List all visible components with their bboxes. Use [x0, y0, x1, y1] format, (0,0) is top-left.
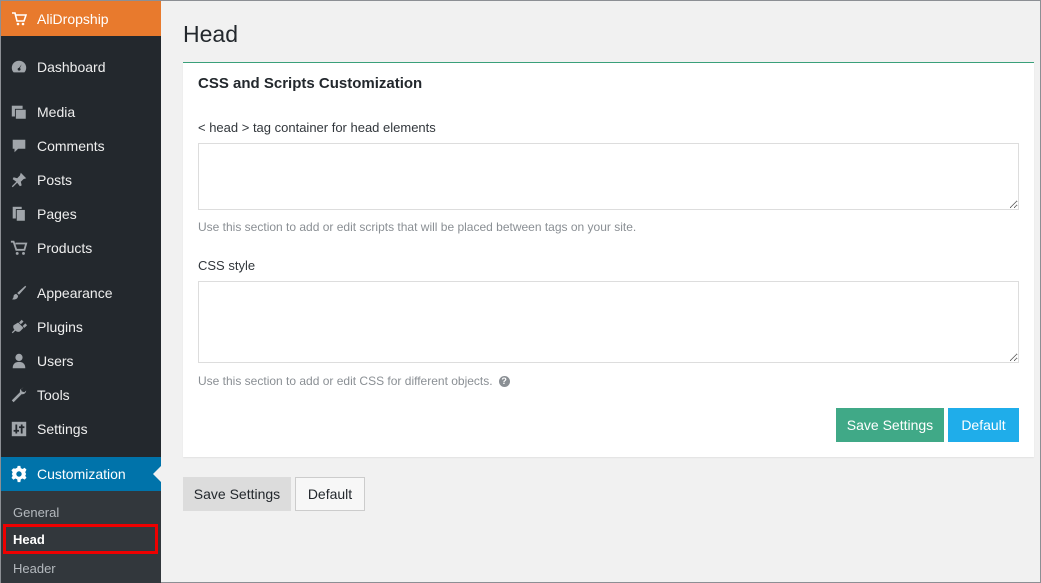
sidebar-item-label: Media	[37, 104, 76, 120]
sidebar-item-label: Posts	[37, 172, 73, 188]
sidebar-item-label: Users	[37, 353, 74, 369]
sidebar-item-label: Comments	[37, 138, 105, 154]
sidebar-item-plugins[interactable]: Plugins	[1, 310, 161, 344]
panel-save-settings-button[interactable]: Save Settings	[836, 408, 944, 442]
sidebar-item-media[interactable]: Media	[1, 95, 161, 129]
submenu-item-head[interactable]: Head	[3, 524, 158, 554]
cart-icon	[9, 238, 29, 258]
head-textarea[interactable]	[198, 143, 1019, 210]
sidebar-item-settings[interactable]: Settings	[1, 412, 161, 446]
sidebar-item-label: Appearance	[37, 285, 113, 301]
panel-title: CSS and Scripts Customization	[198, 75, 423, 92]
page-title: Head	[183, 21, 238, 47]
admin-sidebar: AliDropship Dashboard Media Comments Pos…	[1, 1, 161, 583]
help-question-icon[interactable]: ?	[498, 375, 510, 387]
sidebar-item-label: Settings	[37, 421, 88, 437]
sidebar-item-customization[interactable]: Customization	[1, 457, 161, 491]
brush-icon	[9, 283, 29, 303]
head-field-label: < head > tag container for head elements	[198, 120, 436, 135]
sidebar-item-pages[interactable]: Pages	[1, 197, 161, 231]
plug-icon	[9, 317, 29, 337]
customization-panel: CSS and Scripts Customization < head > t…	[183, 62, 1034, 457]
pages-icon	[9, 204, 29, 224]
sidebar-item-comments[interactable]: Comments	[1, 129, 161, 163]
css-textarea[interactable]	[198, 281, 1019, 363]
sidebar-item-label: Plugins	[37, 319, 83, 335]
submenu-item-general[interactable]: General	[3, 498, 158, 526]
user-icon	[9, 351, 29, 371]
sidebar-item-posts[interactable]: Posts	[1, 163, 161, 197]
save-settings-button[interactable]: Save Settings	[183, 477, 291, 511]
pin-icon	[9, 170, 29, 190]
cart-logo-icon	[11, 11, 28, 27]
sidebar-item-tools[interactable]: Tools	[1, 378, 161, 412]
default-button[interactable]: Default	[295, 477, 365, 511]
sidebar-item-label: Tools	[37, 387, 70, 403]
sidebar-item-label: Customization	[37, 466, 126, 482]
panel-default-button[interactable]: Default	[948, 408, 1019, 442]
sliders-icon	[9, 419, 29, 439]
head-help-label: Use this section to add or edit scripts …	[198, 220, 637, 234]
sidebar-item-appearance[interactable]: Appearance	[1, 276, 161, 310]
comments-icon	[9, 136, 29, 156]
wrench-icon	[9, 385, 29, 405]
head-help-text: Use this section to add or edit scripts …	[198, 220, 636, 234]
media-icon	[9, 102, 29, 122]
sidebar-item-label: Dashboard	[37, 59, 106, 75]
sidebar-item-label: Pages	[37, 206, 77, 222]
sidebar-item-label: Products	[37, 240, 93, 256]
css-field-label: CSS style	[198, 258, 256, 273]
brand-name: AliDropship	[37, 10, 109, 27]
sidebar-item-products[interactable]: Products	[1, 231, 161, 265]
brand-bar[interactable]: AliDropship	[1, 1, 161, 36]
css-help-text: Use this section to add or edit CSS for …	[198, 374, 510, 388]
sidebar-item-dashboard[interactable]: Dashboard	[1, 50, 161, 84]
css-help-label: Use this section to add or edit CSS for …	[198, 374, 493, 388]
customization-submenu: General Head Header	[1, 491, 161, 583]
gear-icon	[9, 464, 29, 484]
submenu-item-header[interactable]: Header	[3, 554, 158, 582]
sidebar-item-users[interactable]: Users	[1, 344, 161, 378]
dashboard-icon	[9, 57, 29, 77]
